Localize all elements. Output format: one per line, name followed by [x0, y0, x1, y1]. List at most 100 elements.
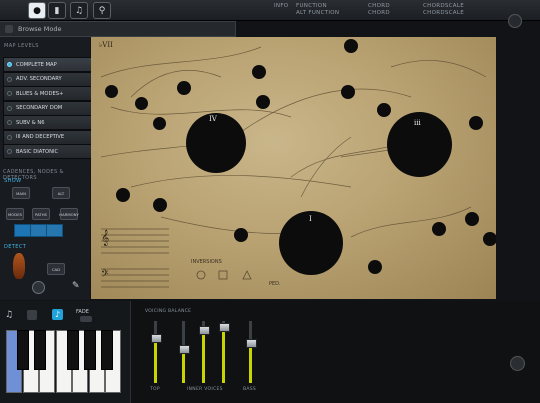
- radio-icon: [7, 76, 12, 82]
- bass-label: BASS: [243, 387, 257, 392]
- music-note-icon[interactable]: ♫: [5, 310, 15, 320]
- ped-label: PED.: [269, 281, 281, 287]
- map-level-label: SUBV & N6: [16, 119, 45, 126]
- inner-voices-label: INNER VOICES: [187, 387, 223, 392]
- small-node[interactable]: [465, 212, 479, 226]
- map-level-label: SECONDARY DOM: [16, 105, 63, 111]
- top-toolbar: ● ▮ ♫ ⚲ INFO FUNCTION ALT FUNCTION CHORD C…: [0, 0, 540, 28]
- chordscale-column: CHORDSCALE CHORDSCALE: [423, 3, 464, 16]
- small-node[interactable]: [234, 228, 248, 242]
- segment-3[interactable]: [46, 224, 63, 237]
- map-level-label: BLUES & MODES+: [16, 90, 64, 97]
- mode-title: Browse Mode: [18, 25, 62, 33]
- radio-icon: [7, 134, 12, 140]
- fader-knob[interactable]: [199, 326, 210, 336]
- small-node[interactable]: [256, 95, 270, 109]
- mode-toggle-icon[interactable]: [5, 25, 13, 33]
- fader-level: [154, 338, 157, 383]
- chord-bvii: ♭VII: [99, 41, 113, 49]
- small-node[interactable]: [377, 103, 391, 117]
- map-level-item[interactable]: III AND DECEPTIVE: [3, 129, 92, 145]
- node-i-label: I: [309, 215, 312, 223]
- radio-icon: [7, 105, 12, 111]
- keyboard-mode-icon[interactable]: ♪: [52, 309, 63, 320]
- map-levels-label: MAP LEVELS: [4, 43, 39, 49]
- node-iv-label: IV: [209, 115, 217, 123]
- fader-level: [249, 342, 252, 383]
- segment-1[interactable]: [14, 224, 31, 237]
- settings-icon[interactable]: [510, 356, 525, 371]
- fader-level: [182, 348, 185, 383]
- small-node[interactable]: [368, 260, 382, 274]
- small-node[interactable]: [135, 97, 148, 110]
- map-level-label: BASIC DIATONIC: [16, 148, 59, 155]
- small-node[interactable]: [105, 85, 118, 98]
- radio-icon: [7, 149, 12, 154]
- black-key[interactable]: [101, 330, 113, 370]
- harmony-map[interactable]: IV iii I ♭VII 𝄞 𝄢 INVERSIONS PED.: [91, 37, 496, 299]
- map-level-item[interactable]: BLUES & MODES+: [3, 86, 92, 101]
- chord-column: CHORD CHORD: [368, 3, 390, 16]
- voicing-mixer: VOICING BALANCE TOP INNER VOICES BASS: [142, 303, 496, 401]
- main-button[interactable]: MAIN: [12, 187, 30, 199]
- mode-bar: Browse Mode: [0, 21, 236, 37]
- modes-button[interactable]: MODES: [6, 208, 24, 220]
- map-level-item[interactable]: ADV. SECONDARY: [3, 71, 92, 87]
- black-key[interactable]: [17, 330, 29, 370]
- fader-knob[interactable]: [219, 323, 230, 333]
- music-note-icon[interactable]: ♫: [70, 2, 88, 19]
- black-key[interactable]: [34, 330, 46, 370]
- map-level-label: III AND DECEPTIVE: [16, 134, 65, 140]
- function-column: FUNCTION ALT FUNCTION: [296, 3, 340, 16]
- map-level-item[interactable]: BASIC DIATONIC: [3, 144, 92, 159]
- info-column: INFO: [274, 3, 289, 9]
- segment-2[interactable]: [30, 224, 47, 237]
- black-key[interactable]: [67, 330, 79, 370]
- map-level-item[interactable]: SECONDARY DOM: [3, 100, 92, 116]
- detect-label: DETECT: [4, 244, 27, 250]
- show-label: SHOW: [4, 178, 22, 184]
- small-node[interactable]: [116, 188, 130, 202]
- fader-level: [222, 327, 225, 383]
- cad-button[interactable]: CAD: [47, 263, 65, 275]
- document-icon[interactable]: ▮: [48, 2, 66, 19]
- map-level-item[interactable]: COMPLETE MAP: [3, 57, 92, 72]
- small-node[interactable]: [177, 81, 191, 95]
- fade-toggle[interactable]: [80, 316, 92, 322]
- fader-knob[interactable]: [179, 344, 190, 354]
- treble-clef-icon: 𝄞: [101, 230, 110, 246]
- map-pin-icon[interactable]: ●: [28, 2, 46, 19]
- small-node[interactable]: [344, 39, 358, 53]
- radio-icon: [7, 120, 12, 125]
- radio-icon: [7, 91, 12, 96]
- left-panel: MAP LEVELS COMPLETE MAP ADV. SECONDARY BLU…: [0, 37, 92, 300]
- violin-icon[interactable]: [13, 253, 25, 279]
- small-node[interactable]: [469, 116, 483, 130]
- fade-label: FADE: [76, 309, 89, 315]
- inversions-label: INVERSIONS: [191, 259, 222, 265]
- node-iii-label: iii: [414, 119, 421, 127]
- paths-button[interactable]: PATHS: [32, 208, 50, 220]
- small-node[interactable]: [153, 198, 167, 212]
- search-icon[interactable]: ⚲: [93, 2, 111, 19]
- bass-clef-icon: 𝄢: [101, 268, 109, 282]
- fader-knob[interactable]: [246, 338, 257, 348]
- radio-icon: [7, 62, 12, 67]
- small-node[interactable]: [252, 65, 266, 79]
- harmony-button[interactable]: HARMONY: [59, 208, 79, 220]
- pencil-icon[interactable]: ✎: [72, 281, 80, 292]
- alt-button[interactable]: ALT: [52, 187, 70, 199]
- small-node[interactable]: [432, 222, 446, 236]
- small-node[interactable]: [341, 85, 355, 99]
- fader-level: [202, 330, 205, 383]
- map-level-label: ADV. SECONDARY: [16, 76, 62, 82]
- black-key[interactable]: [84, 330, 96, 370]
- menu-icon[interactable]: [508, 14, 522, 28]
- top-label: TOP: [150, 387, 160, 392]
- small-node[interactable]: [153, 117, 166, 130]
- fader-knob[interactable]: [151, 334, 162, 344]
- small-node[interactable]: [483, 232, 496, 246]
- map-level-item[interactable]: SUBV & N6: [3, 115, 92, 130]
- page-icon[interactable]: [27, 310, 37, 320]
- knob-icon[interactable]: [32, 281, 45, 294]
